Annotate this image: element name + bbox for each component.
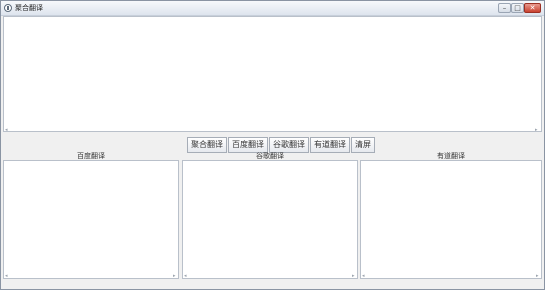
clear-screen-button[interactable]: 清屏 bbox=[351, 137, 375, 153]
google-translate-button[interactable]: 谷歌翻译 bbox=[269, 137, 309, 153]
maximize-button[interactable]: □ bbox=[511, 3, 524, 13]
google-result-area[interactable] bbox=[182, 160, 358, 279]
baidu-scroll-left-icon[interactable]: ◂ bbox=[5, 273, 8, 279]
youdao-scroll-left-icon[interactable]: ◂ bbox=[362, 273, 365, 279]
source-text-input[interactable] bbox=[3, 16, 542, 132]
baidu-result-area[interactable] bbox=[3, 160, 179, 279]
title-bar[interactable]: 聚合翻译 – □ ✕ bbox=[1, 1, 544, 16]
google-scroll-left-icon[interactable]: ◂ bbox=[184, 273, 187, 279]
aggregate-translate-button[interactable]: 聚合翻译 bbox=[187, 137, 227, 153]
minimize-button[interactable]: – bbox=[498, 3, 511, 13]
close-button[interactable]: ✕ bbox=[524, 3, 541, 13]
youdao-translate-button[interactable]: 有道翻译 bbox=[310, 137, 350, 153]
app-icon bbox=[4, 4, 12, 12]
scroll-right-icon[interactable]: ▸ bbox=[535, 127, 538, 133]
toolbar: 聚合翻译 百度翻译 谷歌翻译 有道翻译 清屏 bbox=[187, 137, 376, 153]
youdao-scroll-right-icon[interactable]: ▸ bbox=[536, 273, 539, 279]
google-scroll-right-icon[interactable]: ▸ bbox=[352, 273, 355, 279]
scroll-left-icon[interactable]: ◂ bbox=[5, 127, 8, 133]
youdao-result-area[interactable] bbox=[360, 160, 542, 279]
window-title: 聚合翻译 bbox=[15, 4, 43, 12]
baidu-translate-button[interactable]: 百度翻译 bbox=[228, 137, 268, 153]
baidu-scroll-right-icon[interactable]: ▸ bbox=[173, 273, 176, 279]
app-window: 聚合翻译 – □ ✕ ◂ ▸ 聚合翻译 百度翻译 谷歌翻译 有道翻译 清屏 百度… bbox=[0, 0, 545, 290]
